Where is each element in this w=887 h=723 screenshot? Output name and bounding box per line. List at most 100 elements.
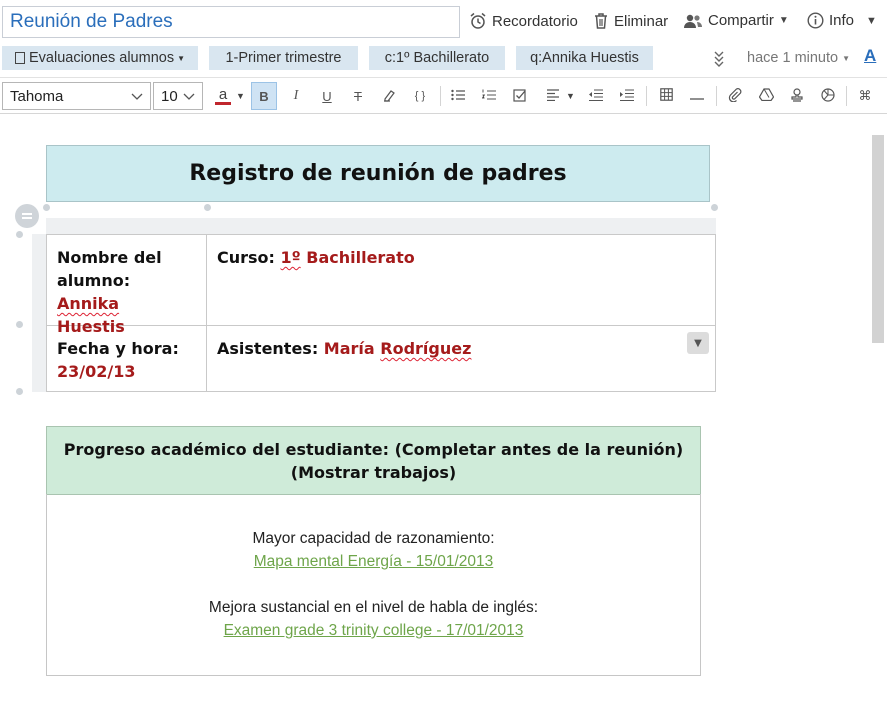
font-color-bar	[215, 102, 231, 105]
course-cell[interactable]: Curso: 1º Bachillerato	[207, 246, 707, 269]
progress-content: Mayor capacidad de razonamiento: Mapa me…	[46, 494, 701, 676]
stamp-icon	[790, 87, 804, 105]
date-cell[interactable]: Fecha y hora: 23/02/13	[47, 337, 205, 383]
table-resize-handle[interactable]	[43, 204, 50, 211]
modified-time-dropdown[interactable]: hace 1 minuto ▼	[747, 50, 850, 66]
tag-label: 1-Primer trimestre	[225, 50, 342, 66]
checklist-button[interactable]	[507, 82, 533, 110]
tag-curso[interactable]: c:1º Bachillerato	[369, 46, 505, 70]
code-button[interactable]: { }	[407, 82, 433, 110]
horizontal-rule-button[interactable]	[684, 82, 710, 110]
stamp-button[interactable]	[784, 82, 810, 110]
align-left-icon	[546, 88, 560, 104]
trash-icon	[593, 12, 609, 30]
code-icon: { }	[414, 90, 426, 102]
attendee-first-name: María	[323, 339, 381, 358]
horizontal-rule-icon	[690, 89, 704, 104]
tag-alumno[interactable]: q:Annika Huestis	[516, 46, 653, 70]
table-row-bar[interactable]	[32, 234, 46, 392]
meeting-record-title: Registro de reunión de padres	[46, 145, 710, 202]
embed-button[interactable]	[815, 82, 841, 110]
users-icon	[683, 13, 703, 29]
progress-title-line-2: (Mostrar trabajos)	[290, 462, 457, 482]
student-name-label-2: alumno:	[57, 271, 131, 290]
vertical-scrollbar-thumb[interactable]	[872, 135, 884, 343]
date-value: 23/02/13	[57, 362, 136, 381]
outdent-button[interactable]	[583, 82, 609, 110]
italic-button[interactable]: I	[283, 82, 309, 110]
notebook-selector[interactable]: Evaluaciones alumnos ▼	[2, 46, 198, 70]
attendees-label: Asistentes:	[217, 339, 324, 358]
table-resize-handle[interactable]	[16, 321, 23, 328]
highlighter-icon	[382, 88, 396, 105]
reminder-button[interactable]: Recordatorio	[469, 12, 578, 30]
progress-item-1-link[interactable]: Mapa mental Energía - 15/01/2013	[254, 553, 494, 570]
strikethrough-icon: T	[354, 88, 362, 104]
shortcuts-button[interactable]: ⌘	[852, 82, 878, 110]
indent-button[interactable]	[614, 82, 640, 110]
expand-tags-icon[interactable]	[713, 49, 725, 70]
notebook-label: Evaluaciones alumnos	[28, 50, 175, 66]
progress-item-2-link[interactable]: Examen grade 3 trinity college - 17/01/2…	[224, 622, 524, 639]
bullet-list-icon	[451, 89, 465, 104]
course-number: 1º	[280, 248, 301, 267]
underline-button[interactable]: U	[314, 82, 340, 110]
attendees-cell[interactable]: Asistentes: María Rodríguez	[207, 337, 667, 360]
date-label: Fecha y hora:	[57, 339, 179, 358]
student-name-cell[interactable]: Nombre del alumno: Annika Huestis	[47, 246, 205, 338]
numbered-list-button[interactable]	[476, 82, 502, 110]
table-resize-handle[interactable]	[204, 204, 211, 211]
progress-item-2-text: Mejora sustancial en el nivel de habla d…	[208, 599, 539, 616]
chevron-down-icon	[131, 88, 143, 105]
student-name-label: Nombre del	[57, 248, 162, 267]
info-label: Info	[829, 12, 855, 29]
info-button[interactable]: Info	[807, 12, 854, 29]
note-title-input[interactable]	[2, 6, 460, 38]
bold-button[interactable]: B	[251, 82, 277, 110]
font-color-icon: a	[218, 86, 228, 103]
progress-title-line-1: Progreso académico del estudiante: (Comp…	[63, 439, 684, 459]
table-resize-handle[interactable]	[16, 231, 23, 238]
font-color-button[interactable]: a	[210, 82, 236, 110]
font-family-value: Tahoma	[10, 87, 64, 105]
strikethrough-button[interactable]: T	[345, 82, 371, 110]
table-resize-handle[interactable]	[16, 388, 23, 395]
delete-button[interactable]: Eliminar	[593, 12, 668, 30]
tag-label: c:1º Bachillerato	[384, 50, 490, 66]
course-label: Curso:	[217, 248, 281, 267]
delete-label: Eliminar	[614, 12, 669, 30]
table-column-bar[interactable]	[46, 218, 716, 234]
format-text-icon[interactable]: A	[864, 46, 876, 66]
bullet-list-button[interactable]	[445, 82, 471, 110]
aperture-icon	[821, 87, 835, 105]
font-family-select[interactable]: Tahoma	[2, 82, 151, 110]
indent-icon	[619, 88, 635, 104]
drive-button[interactable]	[753, 82, 779, 110]
student-last-name: Huestis	[57, 317, 125, 336]
progress-header: Progreso académico del estudiante: (Comp…	[46, 426, 701, 495]
chevron-down-icon[interactable]: ▼	[236, 91, 245, 101]
table-icon	[659, 88, 673, 104]
table-resize-handle[interactable]	[711, 204, 718, 211]
table-drag-handle-icon[interactable]	[15, 204, 39, 228]
font-size-select[interactable]: 10	[153, 82, 203, 110]
toolbar-separator	[440, 86, 441, 106]
chevron-down-icon	[183, 88, 195, 105]
attach-button[interactable]	[722, 82, 748, 110]
student-first-name: Annika	[57, 294, 120, 313]
tag-trimestre[interactable]: 1-Primer trimestre	[209, 46, 358, 70]
chevron-down-icon: ▼	[778, 15, 789, 26]
share-label: Compartir	[708, 12, 774, 29]
share-button[interactable]: Compartir ▼	[683, 12, 789, 29]
highlighter-button[interactable]	[376, 82, 402, 110]
chevron-down-icon[interactable]: ▼	[566, 91, 575, 101]
font-size-value: 10	[161, 87, 178, 105]
insert-table-button[interactable]	[653, 82, 679, 110]
more-menu-chevron-icon[interactable]: ▼	[866, 15, 877, 27]
reminder-label: Recordatorio	[492, 12, 578, 30]
align-button[interactable]	[540, 82, 566, 110]
cell-menu-chevron-icon[interactable]: ▼	[687, 332, 709, 354]
course-name: Bachillerato	[300, 248, 415, 267]
outdent-icon	[588, 88, 604, 104]
toolbar-separator	[846, 86, 847, 106]
